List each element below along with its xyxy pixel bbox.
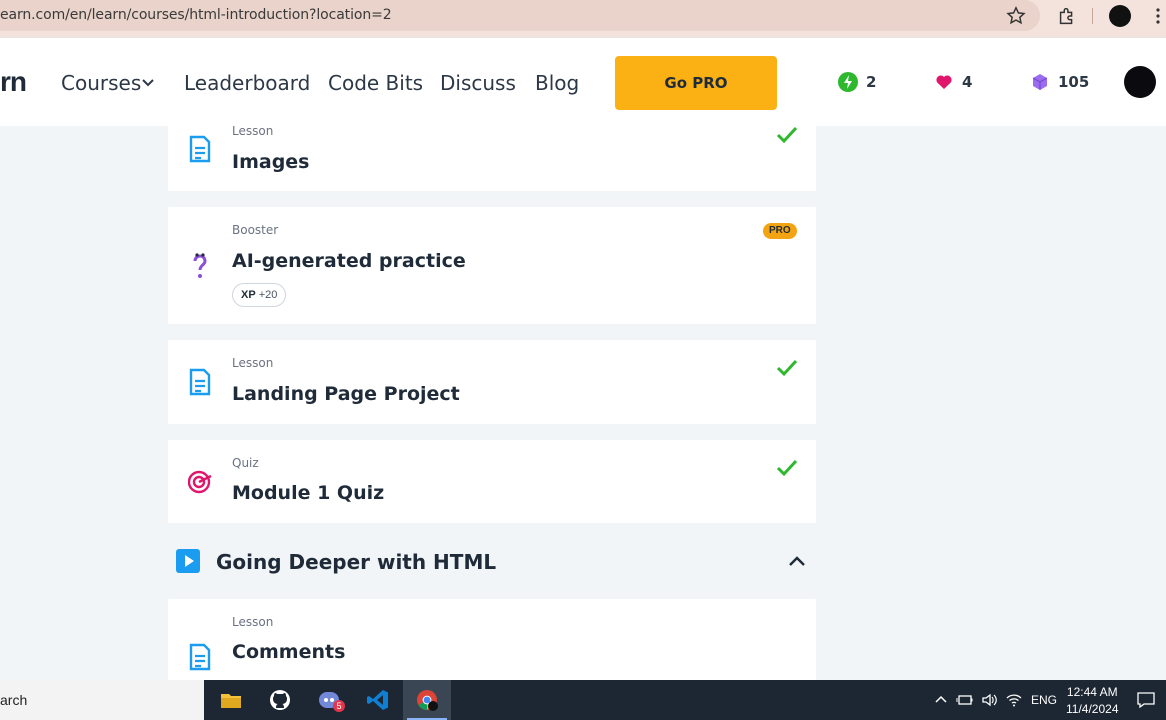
taskbar-search-box[interactable]: arch — [0, 680, 204, 720]
nav-courses[interactable]: Courses — [61, 71, 141, 95]
xp-value: +20 — [258, 289, 278, 301]
card-type-label: Booster — [232, 223, 279, 237]
site-header: rn Courses Leaderboard Code Bits Discuss… — [0, 37, 1166, 126]
taskbar-vscode[interactable] — [354, 680, 402, 720]
taskbar-clock[interactable]: 12:44 AM 11/4/2024 — [1066, 684, 1119, 718]
lesson-card-comments[interactable]: Lesson Comments — [168, 599, 816, 680]
input-language[interactable]: ENG — [1031, 693, 1057, 707]
address-bar-url[interactable]: earn.com/en/learn/courses/html-introduct… — [0, 7, 392, 23]
lesson-document-icon — [189, 643, 211, 671]
taskbar-github[interactable] — [256, 680, 304, 720]
browser-toolbar: earn.com/en/learn/courses/html-introduct… — [0, 0, 1166, 37]
gem-cube-icon — [1032, 74, 1048, 90]
quiz-card-module-1[interactable]: Quiz Module 1 Quiz — [168, 440, 816, 523]
card-type-label: Lesson — [232, 124, 274, 138]
lesson-card-images[interactable]: Lesson Images — [168, 124, 816, 191]
hearts-value: 4 — [962, 73, 973, 91]
lesson-document-icon — [189, 368, 211, 396]
taskbar-search-text: arch — [0, 692, 28, 708]
taskbar-file-explorer[interactable] — [207, 680, 255, 720]
show-hidden-icons-chevron-icon[interactable] — [932, 691, 950, 709]
go-pro-button[interactable]: Go PRO — [615, 56, 777, 110]
browser-menu-icon[interactable] — [1150, 5, 1166, 27]
card-title: Comments — [232, 641, 346, 663]
toolbar-divider — [1092, 8, 1093, 24]
chrome-icon — [417, 690, 438, 711]
completed-check-icon — [776, 359, 798, 377]
nav-leaderboard[interactable]: Leaderboard — [184, 71, 310, 95]
taskbar-discord[interactable]: 5 — [305, 680, 353, 720]
module-section-header[interactable]: Going Deeper with HTML — [168, 544, 816, 578]
volume-icon[interactable] — [980, 691, 998, 709]
lightning-icon — [838, 72, 858, 92]
gems-counter[interactable]: 105 — [1030, 72, 1089, 92]
target-quiz-icon — [188, 470, 212, 494]
streak-value: 2 — [866, 73, 877, 91]
pro-badge: PRO — [763, 223, 797, 239]
card-type-label: Lesson — [232, 615, 274, 629]
discord-notification-badge: 5 — [333, 700, 345, 712]
user-avatar[interactable] — [1124, 66, 1156, 98]
github-icon — [270, 690, 290, 710]
wifi-icon[interactable] — [1005, 691, 1023, 709]
browser-profile-avatar[interactable] — [1109, 5, 1131, 27]
card-title: Module 1 Quiz — [232, 482, 385, 504]
card-type-label: Quiz — [232, 456, 259, 470]
site-logo[interactable]: rn — [0, 66, 27, 98]
extensions-puzzle-icon[interactable] — [1056, 5, 1078, 27]
card-title: AI-generated practice — [232, 250, 466, 272]
lesson-document-icon — [189, 135, 211, 163]
bookmark-star-icon[interactable] — [1005, 5, 1027, 27]
card-title: Landing Page Project — [232, 383, 460, 405]
nav-discuss[interactable]: Discuss — [440, 71, 516, 95]
gems-value: 105 — [1058, 73, 1090, 91]
clock-date: 11/4/2024 — [1066, 702, 1119, 716]
address-bar[interactable]: earn.com/en/learn/courses/html-introduct… — [0, 0, 1040, 31]
xp-reward-pill: XP +20 — [232, 283, 287, 307]
booster-card-ai-practice[interactable]: Booster AI-generated practice PRO XP +20 — [168, 207, 816, 324]
xp-label: XP — [241, 289, 256, 301]
completed-check-icon — [776, 126, 798, 144]
play-icon — [176, 549, 200, 573]
chevron-down-icon[interactable] — [141, 76, 155, 90]
question-mark-booster-icon — [193, 253, 207, 278]
completed-check-icon — [776, 459, 798, 477]
card-title: Images — [232, 151, 310, 173]
card-type-label: Lesson — [232, 356, 274, 370]
nav-blog[interactable]: Blog — [535, 71, 579, 95]
vscode-icon — [367, 690, 388, 710]
notification-center-icon[interactable] — [1136, 690, 1156, 710]
windows-taskbar: arch 5 ENG 12:44 AM 11/4/2024 — [0, 680, 1166, 720]
folder-icon — [221, 694, 241, 708]
chevron-up-icon[interactable] — [788, 552, 806, 570]
taskbar-chrome[interactable] — [403, 680, 451, 720]
clock-time: 12:44 AM — [1066, 685, 1118, 699]
nav-code-bits[interactable]: Code Bits — [328, 71, 423, 95]
lesson-card-landing-page[interactable]: Lesson Landing Page Project — [168, 340, 816, 424]
hearts-counter[interactable]: 4 — [934, 72, 972, 92]
heart-icon — [936, 75, 952, 89]
battery-icon[interactable] — [956, 691, 974, 709]
section-title: Going Deeper with HTML — [216, 550, 497, 574]
streak-counter[interactable]: 2 — [838, 72, 876, 92]
